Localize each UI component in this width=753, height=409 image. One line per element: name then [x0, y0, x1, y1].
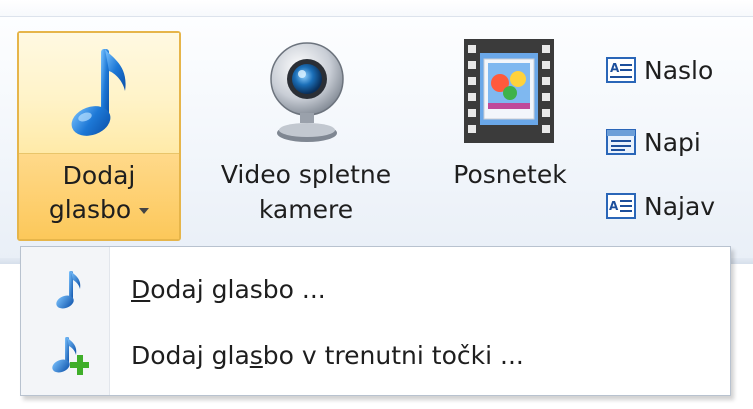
title-button[interactable]: A Naslo — [602, 50, 753, 90]
add-music-icon — [52, 337, 89, 375]
add-music-label-line2-row: glasbo — [19, 194, 179, 225]
menu-item-add-music-at-current-point[interactable]: Dodaj glasbo v trenutni točki ... — [23, 323, 728, 387]
webcam-video-button[interactable]: Video spletne kamere — [186, 31, 426, 241]
add-music-menu: Dodaj glasbo ... Dodaj glasbo v trenutni… — [20, 246, 731, 396]
credits-button[interactable]: A Najav — [602, 186, 753, 226]
menu-item-add-music[interactable]: Dodaj glasbo ... — [23, 257, 728, 321]
add-music-label-line1: Dodaj — [62, 161, 136, 190]
title-button-label: Naslo — [644, 55, 714, 85]
add-music-button[interactable] — [19, 33, 179, 154]
chevron-down-icon — [139, 208, 150, 214]
webcam-icon — [270, 42, 344, 142]
caption-text-icon — [606, 129, 636, 155]
add-music-dropdown-toggle[interactable]: Dodaj glasbo — [19, 154, 179, 239]
music-note-icon — [56, 271, 81, 309]
svg-text:A: A — [610, 61, 620, 75]
film-frame-icon — [464, 39, 554, 143]
webcam-label-line2: kamere — [258, 195, 354, 224]
window-top-strip — [0, 0, 753, 17]
credits-text-icon: A — [606, 193, 636, 219]
snapshot-label: Posnetek — [453, 160, 567, 189]
caption-button[interactable]: Napi — [602, 122, 753, 162]
credits-button-label: Najav — [644, 191, 716, 221]
add-music-label-line2: glasbo — [48, 195, 132, 224]
music-note-icon — [71, 49, 126, 136]
menu-item-add-music-at-current-point-label: Dodaj glasbo v trenutni točki ... — [131, 340, 524, 370]
webcam-label-line1: Video spletne — [220, 160, 392, 189]
caption-button-label: Napi — [644, 127, 701, 157]
title-text-icon: A — [606, 57, 636, 83]
svg-text:A: A — [609, 199, 619, 213]
snapshot-button[interactable]: Posnetek — [430, 31, 590, 241]
add-music-split-button[interactable]: Dodaj glasbo — [17, 31, 181, 241]
menu-item-add-music-label: Dodaj glasbo ... — [131, 274, 326, 304]
